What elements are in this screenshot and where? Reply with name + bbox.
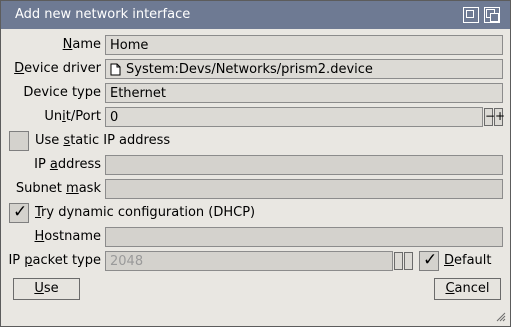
hostname-label: Hostname — [34, 229, 101, 244]
use-button[interactable]: Use — [13, 278, 80, 300]
file-icon[interactable] — [110, 63, 121, 76]
device-type-label: Device type — [23, 85, 101, 100]
packet-increment-button[interactable] — [404, 252, 413, 270]
ip-address-input[interactable] — [105, 155, 503, 175]
device-driver-value: System:Devs/Networks/prism2.device — [126, 62, 373, 77]
checkmark-icon: ✓ — [423, 250, 438, 270]
zoom-icon[interactable] — [463, 7, 479, 23]
dhcp-label: Try dynamic configuration (DHCP) — [35, 205, 256, 220]
increment-button[interactable]: + — [494, 108, 505, 126]
subnet-mask-input[interactable] — [105, 179, 503, 199]
unit-port-input[interactable]: 0 — [105, 107, 483, 127]
ip-packet-type-input[interactable]: 2048 — [105, 251, 393, 271]
title-bar[interactable]: Add new network interface — [1, 1, 510, 29]
device-type-value: Ethernet — [105, 83, 503, 103]
ip-packet-type-label: IP packet type — [8, 253, 101, 268]
window-title: Add new network interface — [15, 7, 191, 22]
name-input[interactable]: Home — [105, 35, 503, 55]
dialog-window: Add new network interface Name Home Devi… — [0, 0, 511, 327]
dhcp-checkbox[interactable]: ✓ — [9, 202, 29, 223]
unit-port-label: Unit/Port — [44, 109, 101, 124]
depth-icon[interactable] — [484, 7, 500, 23]
checkmark-icon: ✓ — [13, 202, 28, 222]
cancel-button[interactable]: Cancel — [434, 278, 501, 300]
resize-handle-icon[interactable] — [496, 312, 506, 322]
subnet-mask-label: Subnet mask — [15, 181, 101, 196]
packet-decrement-button[interactable] — [394, 252, 403, 270]
device-driver-label: Device driver — [14, 61, 101, 76]
name-label: Name — [62, 37, 101, 52]
decrement-button[interactable]: − — [484, 108, 495, 126]
static-ip-label: Use static IP address — [35, 133, 171, 148]
static-ip-checkbox[interactable] — [9, 131, 29, 151]
default-label: Default — [444, 253, 492, 268]
device-driver-input[interactable]: System:Devs/Networks/prism2.device — [105, 59, 503, 79]
hostname-input[interactable] — [105, 227, 503, 247]
ip-address-label: IP address — [34, 157, 101, 172]
default-checkbox[interactable]: ✓ — [419, 250, 439, 271]
